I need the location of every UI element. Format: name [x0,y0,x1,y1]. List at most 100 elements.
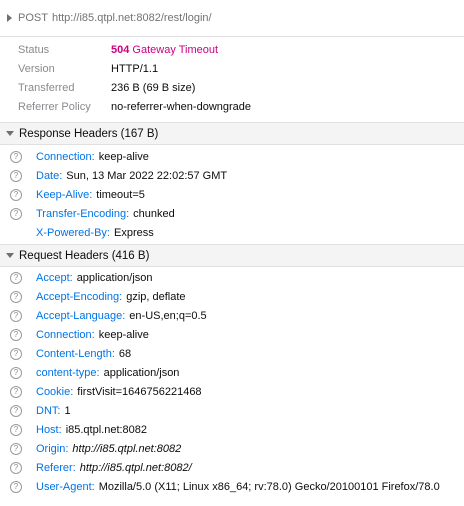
header-entry: User-Agent: Mozilla/5.0 (X11; Linux x86_6… [36,478,440,497]
question-circle-icon[interactable]: ? [10,310,22,322]
header-value: gzip, deflate [126,291,186,303]
header-value: application/json [103,367,180,379]
header-entry: Host: i85.qtpl.net:8082 [36,421,147,440]
header-entry: content-type: application/json [36,364,179,383]
header-entry: Cookie: firstVisit=1646756221468 [36,383,202,402]
header-name: DNT: [36,405,61,417]
question-circle-icon[interactable]: ? [10,405,22,417]
header-row[interactable]: ? content-type: application/json [0,364,464,383]
question-circle-icon[interactable]: ? [10,462,22,474]
header-value: chunked [133,208,175,220]
question-circle-icon[interactable]: ? [10,348,22,360]
header-row[interactable]: ? Transfer-Encoding: chunked [0,205,464,224]
header-entry: Accept: application/json [36,269,153,288]
header-row[interactable]: ? DNT: 1 [0,402,464,421]
status-text: Gateway Timeout [132,44,219,56]
question-circle-icon[interactable]: ? [10,291,22,303]
header-entry: Accept-Encoding: gzip, deflate [36,288,186,307]
header-value: keep-alive [98,329,149,341]
question-circle-icon[interactable]: ? [10,386,22,398]
header-name: Keep-Alive: [36,189,93,201]
header-row[interactable]: ? Accept-Language: en-US,en;q=0.5 [0,307,464,326]
header-entry: Transfer-Encoding: chunked [36,205,175,224]
question-circle-icon[interactable]: ? [10,329,22,341]
question-circle-icon[interactable]: ? [10,424,22,436]
summary-label: Referrer Policy [18,101,91,113]
question-circle-icon[interactable]: ? [10,170,22,182]
header-row[interactable]: ? Connection: keep-alive [0,148,464,167]
header-value: application/json [76,272,153,284]
header-value: i85.qtpl.net:8082 [65,424,148,436]
triangle-down-icon [6,253,14,258]
request-headers-title: Request Headers (416 B) [19,249,150,262]
header-value: 68 [118,348,132,360]
request-method: POST [18,12,48,24]
header-name: Transfer-Encoding: [36,208,130,220]
triangle-down-icon [6,131,14,136]
header-value: http://i85.qtpl.net:8082 [72,443,182,455]
header-entry: Content-Length: 68 [36,345,131,364]
header-name: content-type: [36,367,100,379]
header-entry: Connection: keep-alive [36,148,149,167]
header-row[interactable]: ? Accept: application/json [0,269,464,288]
question-circle-icon[interactable]: ? [10,443,22,455]
status-code: 504 [111,44,130,56]
header-name: Connection: [36,329,95,341]
request-headers-toggle[interactable]: Request Headers (416 B) [0,244,464,267]
header-name: Accept-Encoding: [36,291,123,303]
summary-label: Version [18,63,55,75]
header-value: Express [113,227,154,239]
header-row[interactable]: ? User-Agent: Mozilla/5.0 (X11; Linux x86_… [0,478,464,497]
triangle-right-icon [7,14,12,22]
question-circle-icon[interactable]: ? [10,272,22,284]
request-line[interactable]: POST http://i85.qtpl.net:8082/rest/login… [0,0,464,36]
summary-label: Transferred [18,82,75,94]
header-row[interactable]: ? Keep-Alive: timeout=5 [0,186,464,205]
header-name: Connection: [36,151,95,163]
header-name: Date: [36,170,63,182]
header-name: Origin: [36,443,69,455]
header-entry: Date: Sun, 13 Mar 2022 22:02:57 GMT [36,167,227,186]
status-value: 504 Gateway Timeout [111,42,218,58]
header-row[interactable]: ? Host: i85.qtpl.net:8082 [0,421,464,440]
header-entry: Accept-Language: en-US,en;q=0.5 [36,307,207,326]
question-circle-icon[interactable]: ? [10,151,22,163]
header-entry: X-Powered-By: Express [36,224,154,243]
header-name: Accept: [36,272,73,284]
header-name: Accept-Language: [36,310,126,322]
header-entry: Keep-Alive: timeout=5 [36,186,145,205]
header-entry: DNT: 1 [36,402,71,421]
header-value: http://i85.qtpl.net:8082/ [79,462,192,474]
question-circle-icon[interactable]: ? [10,189,22,201]
question-circle-icon[interactable]: ? [10,367,22,379]
header-row[interactable]: ? Content-Length: 68 [0,345,464,364]
header-row[interactable]: ? Accept-Encoding: gzip, deflate [0,288,464,307]
header-row[interactable]: X-Powered-By: Express [0,224,464,243]
header-name: Referer: [36,462,76,474]
header-row[interactable]: ? Date: Sun, 13 Mar 2022 22:02:57 GMT [0,167,464,186]
referrer-policy-value: no-referrer-when-downgrade [111,101,252,113]
response-headers-toggle[interactable]: Response Headers (167 B) [0,122,464,145]
header-value: en-US,en;q=0.5 [129,310,207,322]
header-entry: Origin: http://i85.qtpl.net:8082 [36,440,181,459]
header-entry: Referer: http://i85.qtpl.net:8082/ [36,459,192,478]
summary-panel: Status 504 Gateway Timeout Version HTTP/… [0,36,464,120]
header-value: Sun, 13 Mar 2022 22:02:57 GMT [66,170,228,182]
question-circle-icon[interactable]: ? [10,481,22,493]
header-row[interactable]: ? Connection: keep-alive [0,326,464,345]
transferred-value: 236 B (69 B size) [111,82,196,94]
question-circle-icon[interactable]: ? [10,208,22,220]
header-name: Host: [36,424,62,436]
header-value: timeout=5 [96,189,145,201]
header-row[interactable]: ? Origin: http://i85.qtpl.net:8082 [0,440,464,459]
header-name: Cookie: [36,386,74,398]
header-value: firstVisit=1646756221468 [77,386,202,398]
header-row[interactable]: ? Cookie: firstVisit=1646756221468 [0,383,464,402]
header-name: User-Agent: [36,481,95,493]
response-headers-title: Response Headers (167 B) [19,127,159,140]
header-value: Mozilla/5.0 (X11; Linux x86_64; rv:78.0)… [98,481,440,493]
header-value: 1 [64,405,71,417]
header-name: Content-Length: [36,348,115,360]
header-row[interactable]: ? Referer: http://i85.qtpl.net:8082/ [0,459,464,478]
request-url: http://i85.qtpl.net:8082/rest/login/ [51,12,212,24]
